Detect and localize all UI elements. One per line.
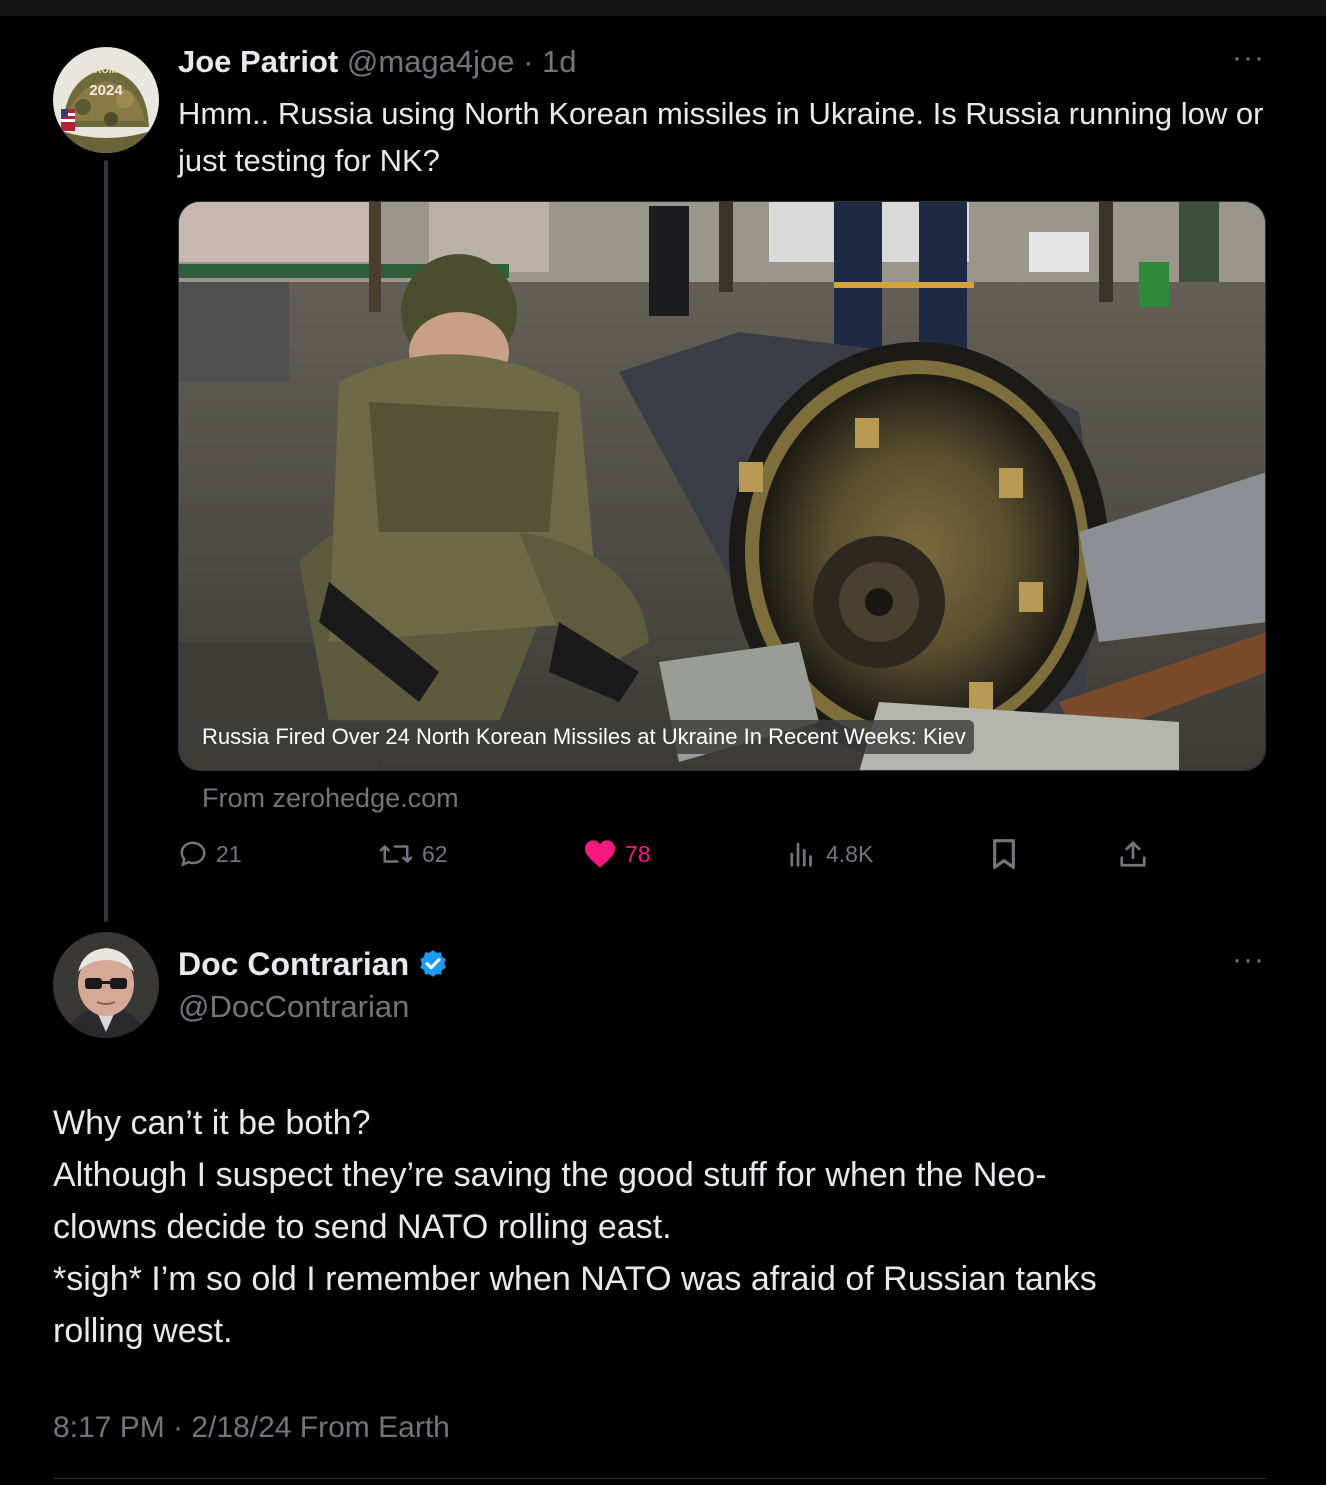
repost-icon xyxy=(379,845,413,863)
reply-more-options-icon[interactable]: ··· xyxy=(1232,945,1265,975)
link-card-image[interactable] xyxy=(178,201,1266,771)
avatar-hat-text-top: TRUMP xyxy=(88,65,124,76)
reply-text-line: Why can’t it be both? xyxy=(53,1104,371,1142)
verified-badge-icon xyxy=(420,950,446,977)
parent-action-bar: 21 62 78 4.8K xyxy=(0,836,1326,872)
reply-action[interactable]: 21 xyxy=(178,836,242,872)
top-status-strip xyxy=(0,0,1326,16)
parent-more-options-icon[interactable]: ··· xyxy=(1232,43,1265,73)
bookmark-icon xyxy=(993,839,1015,869)
thread-connector-line xyxy=(104,160,108,922)
reply-text-line: Although I suspect they’re saving the go… xyxy=(53,1156,1047,1194)
reply-tweet-text: Why can’t it be both? Although I suspect… xyxy=(53,1097,1253,1357)
link-card-caption[interactable]: Russia Fired Over 24 North Korean Missil… xyxy=(194,720,974,754)
reply-text-line: *sigh* I’m so old I remember when NATO w… xyxy=(53,1260,1097,1298)
link-card-source[interactable]: From zerohedge.com xyxy=(202,780,459,816)
avatar-hat-text-bottom: 2024 xyxy=(89,82,123,99)
views-action[interactable]: 4.8K xyxy=(788,836,873,872)
parent-tweet-time[interactable]: 1d xyxy=(542,44,576,79)
parent-tweet-text: Hmm.. Russia using North Korean missiles… xyxy=(178,96,1264,178)
reply-count: 21 xyxy=(216,840,242,867)
avatar-joe-patriot[interactable]: TRUMP 2024 xyxy=(53,47,159,153)
like-count: 78 xyxy=(625,840,651,867)
parent-author-name[interactable]: Joe Patriot xyxy=(178,44,338,79)
bookmark-action[interactable] xyxy=(990,836,1018,872)
share-action[interactable] xyxy=(1118,836,1148,872)
views-icon xyxy=(790,842,812,867)
header-separator: · xyxy=(523,44,534,79)
avatar-doc-contrarian[interactable] xyxy=(53,932,159,1038)
reply-timestamp[interactable]: 8:17 PM · 2/18/24 From Earth xyxy=(53,1408,450,1448)
reply-author-name-row: Doc Contrarian xyxy=(178,944,449,984)
heart-icon xyxy=(585,840,615,868)
bottom-divider xyxy=(53,1478,1266,1479)
reply-text-line: rolling west. xyxy=(53,1312,233,1350)
reply-icon xyxy=(180,841,206,867)
share-icon xyxy=(1120,841,1146,867)
reply-author-handle[interactable]: @DocContrarian xyxy=(178,987,409,1027)
parent-author-handle[interactable]: @maga4joe xyxy=(347,44,515,79)
repost-count: 62 xyxy=(422,840,448,867)
like-action[interactable]: 78 xyxy=(583,836,651,872)
views-count: 4.8K xyxy=(826,840,874,867)
reply-text-line: clowns decide to send NATO rolling east. xyxy=(53,1208,672,1246)
parent-tweet-header: Joe Patriot @maga4joe · 1d xyxy=(178,42,577,82)
reply-author-name[interactable]: Doc Contrarian xyxy=(178,944,409,984)
repost-action[interactable]: 62 xyxy=(378,836,448,872)
